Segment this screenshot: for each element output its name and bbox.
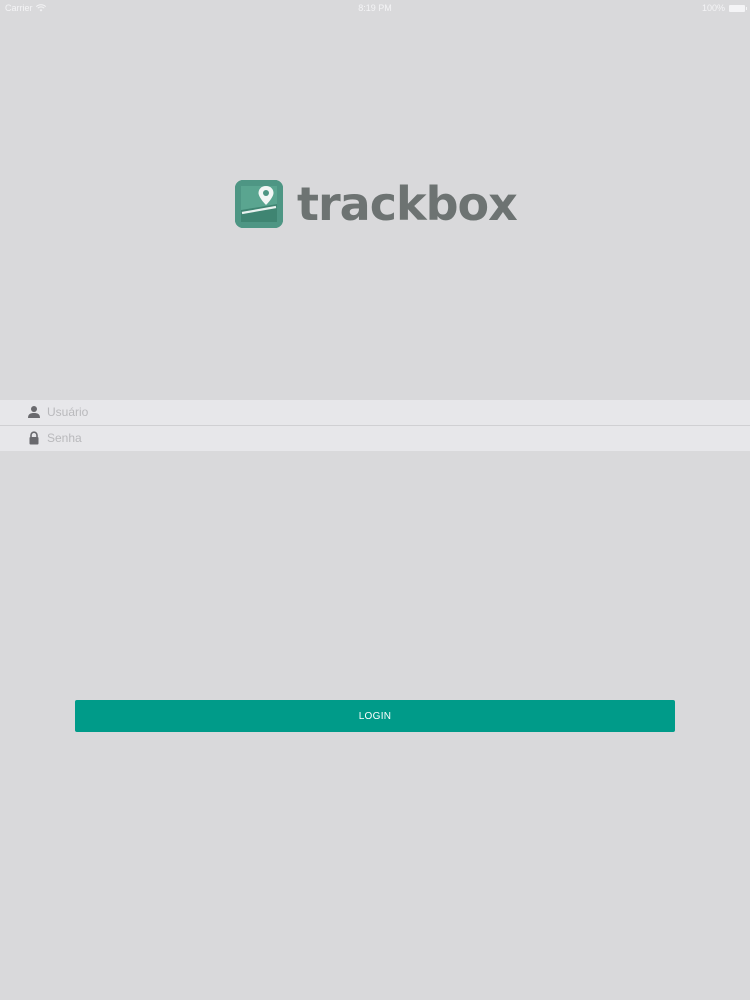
login-screen: Carrier 8:19 PM 100% trackbox Usuário LO… <box>0 0 750 1000</box>
login-form <box>0 400 750 451</box>
status-time: 8:19 PM <box>358 3 392 13</box>
battery-icon <box>729 4 747 12</box>
username-field <box>0 400 750 425</box>
battery-percentage: 100% <box>701 3 725 13</box>
logo-wordmark: trackbox <box>297 177 518 231</box>
lock-icon <box>29 431 39 445</box>
trackbox-logo: trackbox <box>235 177 518 231</box>
status-bar: Carrier 8:19 PM 100% <box>0 0 750 16</box>
user-icon <box>28 406 40 418</box>
password-input[interactable] <box>47 429 727 447</box>
username-input[interactable] <box>47 403 727 421</box>
password-field <box>0 425 750 451</box>
battery-fill <box>730 5 744 11</box>
login-button[interactable]: LOGIN <box>75 700 675 732</box>
logo-mark-icon <box>235 180 283 228</box>
map-pin-icon <box>235 180 283 228</box>
status-right: 100% <box>701 3 747 13</box>
